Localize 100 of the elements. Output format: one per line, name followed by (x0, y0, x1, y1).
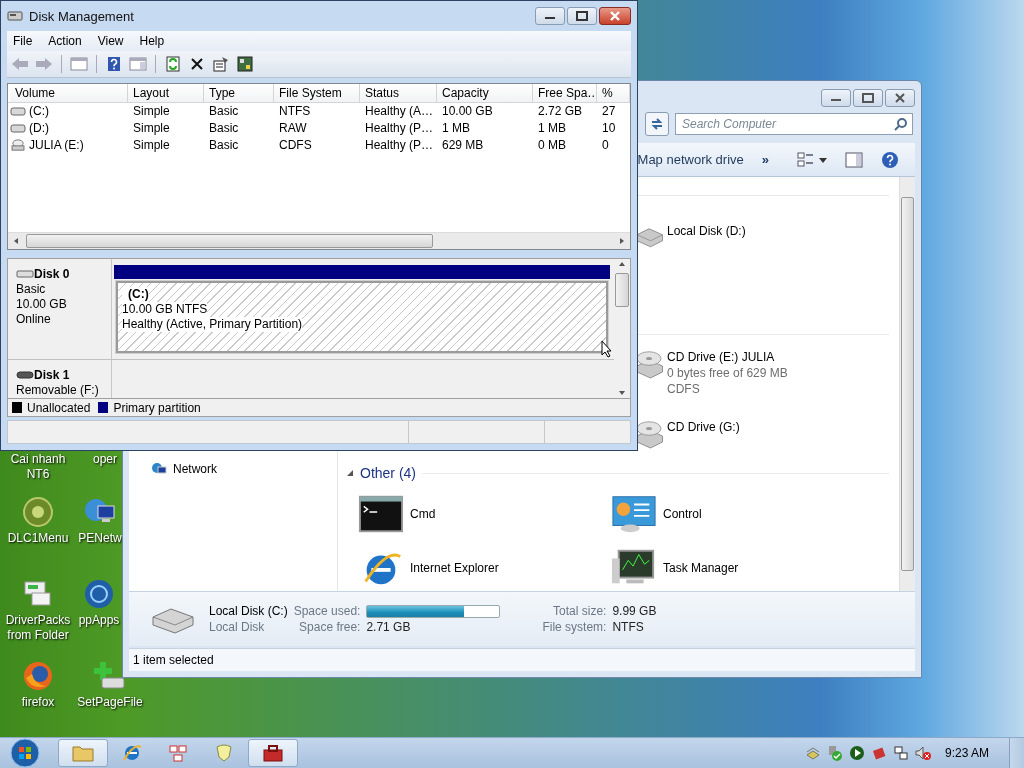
column-header[interactable]: Status (360, 83, 437, 102)
disk-info: 10.00 GB (16, 296, 68, 312)
shortcut-label[interactable]: firefox (21, 695, 55, 710)
shortcut-label[interactable]: oper (93, 452, 117, 467)
column-header[interactable]: File System (274, 83, 360, 102)
shortcut-label[interactable]: Cai nhanh NT6 (0, 452, 76, 482)
field-value: 9.99 GB (612, 604, 657, 619)
plus-drive-icon[interactable] (94, 660, 126, 692)
drive-name[interactable]: Local Disk (D:) (667, 223, 746, 240)
clock[interactable]: 9:23 AM (944, 746, 989, 760)
field-label: File system: (541, 620, 607, 635)
scrollbar-thumb[interactable] (615, 272, 629, 307)
folder-icon (72, 744, 94, 762)
mouse-pointer-icon (601, 340, 613, 358)
terminal-icon[interactable] (358, 494, 404, 535)
column-header[interactable]: % (597, 83, 630, 102)
scrollbar-thumb[interactable] (26, 233, 433, 248)
tray-network-icon[interactable] (892, 745, 909, 761)
disk-name: Disk 1 (34, 367, 70, 383)
column-header[interactable]: Free Spa… (533, 83, 597, 102)
group-title[interactable]: Other (4) (360, 465, 416, 482)
nav-item[interactable]: Network (149, 459, 219, 480)
table-cell: Healthy (P… (365, 121, 434, 136)
maximize-button[interactable] (567, 7, 597, 26)
item-name[interactable]: Control (663, 507, 702, 522)
field-value: 2.71 GB (366, 620, 412, 635)
item-name[interactable]: Cmd (410, 507, 436, 522)
drive-name[interactable]: CD Drive (E:) JULIA (667, 349, 788, 366)
table-cell: 27 (602, 104, 616, 119)
collapse-triangle-icon[interactable] (346, 469, 354, 478)
drive-icon (10, 122, 26, 135)
shortcut-label[interactable]: DLC1Menu (7, 531, 69, 546)
minimize-button[interactable] (535, 7, 565, 26)
column-header[interactable]: Volume (10, 83, 128, 102)
partition-block[interactable]: (C:) 10.00 GB NTFS Healthy (Active, Primary Partition) (116, 280, 608, 353)
column-header[interactable]: Capacity (437, 83, 533, 102)
volume-muted-icon[interactable] (914, 745, 931, 761)
scrollbar-thumb[interactable] (901, 197, 914, 572)
shortcut-label[interactable]: SetPageFile (77, 695, 143, 710)
shortcut-label[interactable]: ppApps (78, 613, 120, 628)
disk-info: Removable (F:) (16, 382, 100, 398)
menu-item[interactable]: Action (42, 33, 88, 50)
table-cell: JULIA (E:) (29, 138, 84, 153)
legend-label: Unallocated (27, 400, 91, 415)
drive-name: Local Disk (C:) (209, 604, 288, 619)
settings-button[interactable] (235, 53, 255, 74)
table-cell: Simple (133, 121, 170, 136)
disk-info: Basic (16, 281, 47, 297)
removable-drive-icon (16, 370, 34, 381)
menu-item[interactable]: Help (133, 33, 171, 50)
map-network-drive-button[interactable]: Map network drive (633, 147, 748, 172)
drive-name[interactable]: CD Drive (G:) (667, 419, 740, 436)
minimize-button[interactable] (821, 89, 851, 107)
drive-info: CDFS (667, 381, 701, 398)
shield-icon (214, 743, 234, 763)
help-icon (107, 55, 121, 72)
disk-name: Disk 0 (34, 266, 70, 282)
windows-logo-icon (7, 738, 43, 768)
field-label: Space free: (298, 620, 361, 635)
column-header[interactable]: Type (204, 83, 274, 102)
refresh-button[interactable] (645, 112, 669, 137)
close-icon (894, 93, 906, 103)
search-icon[interactable] (894, 117, 908, 132)
shortcut-label[interactable]: DriverPacks from Folder (0, 613, 76, 643)
drive-icon (10, 105, 26, 118)
taskbar-button[interactable] (248, 739, 298, 767)
menu-item[interactable]: File (7, 33, 39, 50)
search-field[interactable]: Search Computer (675, 113, 913, 136)
close-button[interactable] (599, 7, 631, 26)
legend-label: Primary partition (113, 400, 201, 415)
table-cell: CDFS (279, 138, 312, 153)
drive-icon (16, 269, 34, 280)
toolbox-icon (262, 743, 284, 763)
preview-pane-icon (845, 151, 863, 168)
menu-item[interactable]: View (91, 33, 130, 50)
table-cell: RAW (279, 121, 307, 136)
disc-icon[interactable] (22, 496, 54, 528)
item-name[interactable]: Task Manager (663, 561, 739, 576)
window-icon (70, 56, 88, 71)
refresh-icon (650, 117, 664, 132)
maximize-button[interactable] (853, 89, 883, 107)
more-button[interactable]: » (757, 147, 773, 172)
table-cell: Basic (209, 104, 239, 119)
maximize-icon (862, 93, 874, 103)
shortcut-label[interactable]: PENetw (78, 531, 122, 546)
forward-arrow-icon (35, 56, 53, 71)
browser-globe-icon[interactable] (22, 660, 54, 692)
item-name[interactable]: Internet Explorer (410, 561, 499, 576)
partition-status: Healthy (Active, Primary Partition) (122, 316, 303, 332)
column-header[interactable]: Layout (128, 83, 204, 102)
control-panel-icon[interactable] (611, 494, 657, 535)
table-cell: Healthy (A… (365, 104, 434, 119)
globe-icon[interactable] (83, 578, 115, 610)
tray-check-icon[interactable] (826, 745, 843, 761)
table-cell: 1 MB (538, 121, 566, 136)
tray-play-icon[interactable] (848, 745, 865, 761)
disk-info: Online (16, 311, 52, 327)
close-button[interactable] (885, 89, 915, 107)
window-title: Disk Management (29, 8, 134, 24)
pane-window-icon (129, 56, 147, 71)
